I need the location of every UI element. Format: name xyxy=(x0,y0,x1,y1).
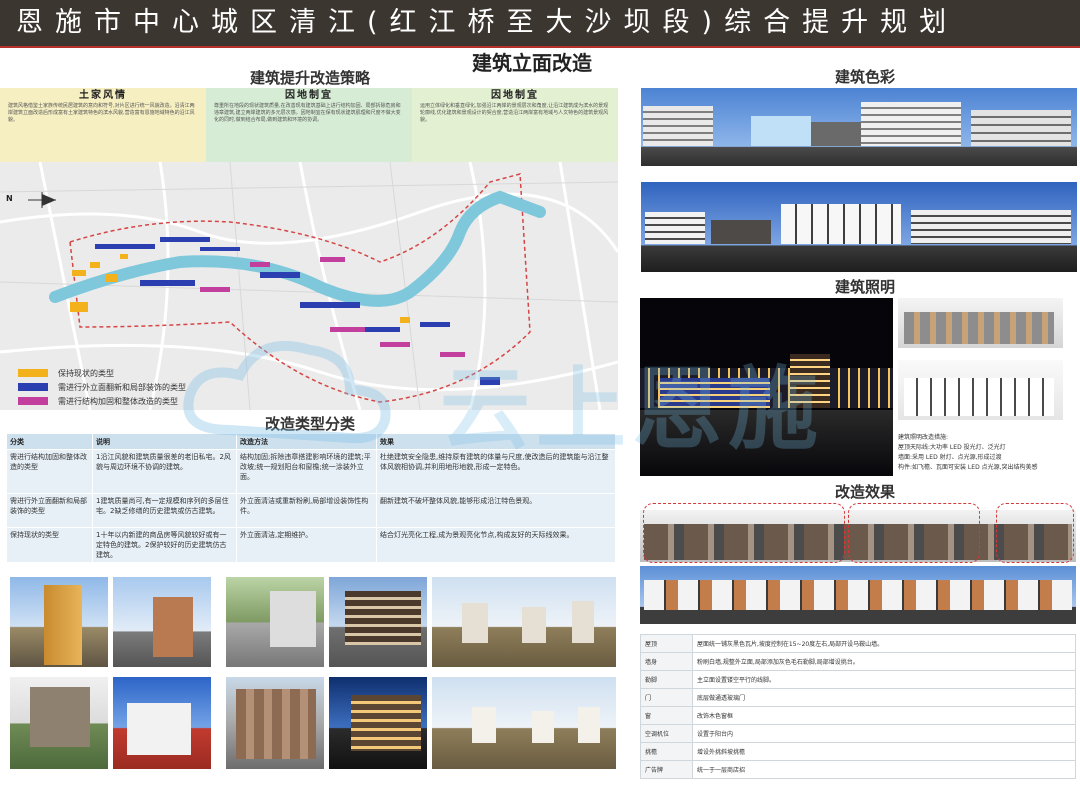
photo-building-6 xyxy=(113,677,211,769)
effect-highlight-box xyxy=(996,503,1074,563)
table-row: 需进行外立面翻新和局部装饰的类型 1建筑质量尚可,有一定规模和序列的多层住宅。2… xyxy=(6,493,616,528)
spec-key: 广告牌 xyxy=(640,760,693,779)
table-row: 墙身 粉刷白墙,规整外立面,局部添加灰色毛石勒脚,局部增设挑台。 xyxy=(640,652,1076,671)
map-legend: 保持现状的类型 需进行外立面翻新和局部装饰的类型 需进行结构加固和整体改造的类型 xyxy=(18,366,186,408)
effect-after-strip xyxy=(640,566,1076,624)
legend-swatch xyxy=(18,397,48,405)
legend-item: 保持现状的类型 xyxy=(18,366,186,380)
lighting-note: 建筑照明改造措施: xyxy=(898,434,949,441)
effect-heading: 改造效果 xyxy=(834,483,895,501)
table-row: 空调机位 设置于阳台内 xyxy=(640,724,1076,743)
strategy-card-text: 尊重所在地段的现状建筑质量,在改善现有建筑基础上进行结构加固、局部拆除危房和违章… xyxy=(214,103,401,123)
strategy-cards: 土家风情 建筑风格借鉴土家族传统民居建筑的意向和符号,对片区进行统一风貌改造。沿… xyxy=(0,88,618,162)
effect-highlight-box xyxy=(848,503,980,563)
lighting-note: 屋顶天际线:大功率 LED 投光灯、泛光灯 xyxy=(898,444,1006,451)
strategy-card-3: 因地制宜 运用立体绿化和垂直绿化,加强沿江两岸的景观层次和角度,让沿江建筑成为滨… xyxy=(412,88,618,162)
photo-building-5 xyxy=(10,677,108,769)
spec-value: 底层做通透玻璃门 xyxy=(692,688,1076,707)
table-header: 说明 xyxy=(92,433,237,450)
lighting-note: 墙面:采用 LED 射灯、点光源,形成过渡 xyxy=(898,454,1002,461)
table-cell: 需进行外立面翻新和局部装饰的类型 xyxy=(6,493,93,528)
table-cell: 1沿江风貌和建筑质量很差的老旧私宅。2风貌与周边环境不协调的建筑。 xyxy=(92,449,237,494)
photo-building-1 xyxy=(10,577,108,667)
table-cell: 1建筑质量尚可,有一定规模和序列的多层住宅。2缺乏修缮的历史建筑或仿古建筑。 xyxy=(92,493,237,528)
table-cell: 翻新建筑不破坏整体风貌,能够形成沿江特色景观。 xyxy=(376,493,616,528)
table-header: 改造方法 xyxy=(236,433,377,450)
elevation-before xyxy=(641,88,1077,166)
spec-key: 窗 xyxy=(640,706,693,725)
legend-label: 需进行外立面翻新和局部装饰的类型 xyxy=(58,382,186,392)
watermark-text: 云上恩施 xyxy=(440,357,824,462)
legend-item: 需进行外立面翻新和局部装饰的类型 xyxy=(18,380,186,394)
spec-value: 屋面统一铺灰黑色瓦片,坡度控制在15~20度左右,局部开设马鞍山墙。 xyxy=(692,634,1076,653)
spec-key: 墙身 xyxy=(640,652,693,671)
compass-label: N xyxy=(6,194,13,203)
table-row: 挑檐 增设外挑斜坡挑檐 xyxy=(640,742,1076,761)
spec-value: 增设外挑斜坡挑檐 xyxy=(692,742,1076,761)
lighting-day-elevation xyxy=(898,298,1063,348)
table-row: 勒脚 主立面设置镂空平行的线脚。 xyxy=(640,670,1076,689)
photo-skyline-2 xyxy=(432,677,616,769)
table-cell: 外立面清洁,定期维护。 xyxy=(236,527,377,563)
elevation-after xyxy=(641,182,1077,272)
strategy-card-title: 土家风情 xyxy=(79,90,127,101)
lighting-day-elevation-2 xyxy=(898,360,1063,420)
legend-label: 保持现状的类型 xyxy=(58,368,114,378)
table-cell: 保持现状的类型 xyxy=(6,527,93,563)
strategy-heading: 建筑提升改造策略 xyxy=(249,69,370,87)
types-heading: 改造类型分类 xyxy=(264,415,355,433)
table-cell: 外立面清洁或重新粉刷,局部增设装饰性构件。 xyxy=(236,493,377,528)
spec-value: 粉刷白墙,规整外立面,局部添加灰色毛石勒脚,局部增设挑台。 xyxy=(692,652,1076,671)
table-row: 屋顶 屋面统一铺灰黑色瓦片,坡度控制在15~20度左右,局部开设马鞍山墙。 xyxy=(640,634,1076,653)
legend-label: 需进行结构加固和整体改造的类型 xyxy=(58,396,178,406)
photo-building-3 xyxy=(226,577,324,667)
legend-swatch xyxy=(18,383,48,391)
spec-value: 改饰木色窗框 xyxy=(692,706,1076,725)
table-cell: 1十年以内新建的商品房等风貌较好或有一定特色的建筑。2保护较好的历史建筑仿古建筑… xyxy=(92,527,237,563)
photo-building-2 xyxy=(113,577,211,667)
page-title: 建筑立面改造 xyxy=(472,51,592,75)
spec-key: 空调机位 xyxy=(640,724,693,743)
strategy-card-text: 建筑风格借鉴土家族传统民居建筑的意向和符号,对片区进行统一风貌改造。沿清江两岸建… xyxy=(8,103,195,123)
table-row: 窗改饰木色窗框 xyxy=(640,706,1076,725)
table-row: 门底层做通透玻璃门 xyxy=(640,688,1076,707)
spec-key: 挑檐 xyxy=(640,742,693,761)
strategy-card-text: 运用立体绿化和垂直绿化,加强沿江两岸的景观层次和角度,让沿江建筑成为滨水的景观轮… xyxy=(420,103,609,123)
legend-item: 需进行结构加固和整体改造的类型 xyxy=(18,394,186,408)
strategy-card-1: 土家风情 建筑风格借鉴土家族传统民居建筑的意向和符号,对片区进行统一风貌改造。沿… xyxy=(0,88,206,162)
lighting-notes: 建筑照明改造措施: 屋顶天际线:大功率 LED 投光灯、泛光灯 墙面:采用 LE… xyxy=(898,433,1078,473)
photo-building-8 xyxy=(329,677,427,769)
table-header: 分类 xyxy=(6,433,93,450)
effect-highlight-box xyxy=(643,503,845,563)
page-banner: 恩施市中心城区清江(红江桥至大沙坝段)综合提升规划 xyxy=(0,0,1080,46)
table-row: 保持现状的类型 1十年以内新建的商品房等风貌较好或有一定特色的建筑。2保护较好的… xyxy=(6,527,616,563)
photo-building-4 xyxy=(329,577,427,667)
lighting-heading: 建筑照明 xyxy=(834,278,895,296)
strategy-card-title: 因地制宜 xyxy=(285,90,333,101)
table-row: 广告牌 统一于一层商店招 xyxy=(640,760,1076,779)
spec-value: 统一于一层商店招 xyxy=(692,760,1076,779)
photo-skyline-1 xyxy=(432,577,616,667)
table-cell: 结合灯光亮化工程,成为景观亮化节点,构成友好的天际线效果。 xyxy=(376,527,616,563)
spec-key: 屋顶 xyxy=(640,634,693,653)
photo-building-7 xyxy=(226,677,324,769)
table-cell: 需进行结构加固和整体改造的类型 xyxy=(6,449,93,494)
strategy-card-2: 因地制宜 尊重所在地段的现状建筑质量,在改善现有建筑基础上进行结构加固、局部拆除… xyxy=(206,88,412,162)
strategy-card-title: 因地制宜 xyxy=(491,90,539,101)
color-heading: 建筑色彩 xyxy=(834,68,895,86)
spec-key: 门 xyxy=(640,688,693,707)
table-cell: 结构加固;拆除违章搭建影响环境的建筑;平改坡;统一规划阳台和窗檐;统一涂装外立面… xyxy=(236,449,377,494)
legend-swatch xyxy=(18,369,48,377)
spec-value: 设置于阳台内 xyxy=(692,724,1076,743)
spec-key: 勒脚 xyxy=(640,670,693,689)
spec-value: 主立面设置镂空平行的线脚。 xyxy=(692,670,1076,689)
facade-spec-table: 屋顶 屋面统一铺灰黑色瓦片,坡度控制在15~20度左右,局部开设马鞍山墙。 墙身粉… xyxy=(640,634,1076,779)
lighting-note: 构件:如飞檐、瓦面可安装 LED 点光源,突出结构美感 xyxy=(898,464,1038,471)
